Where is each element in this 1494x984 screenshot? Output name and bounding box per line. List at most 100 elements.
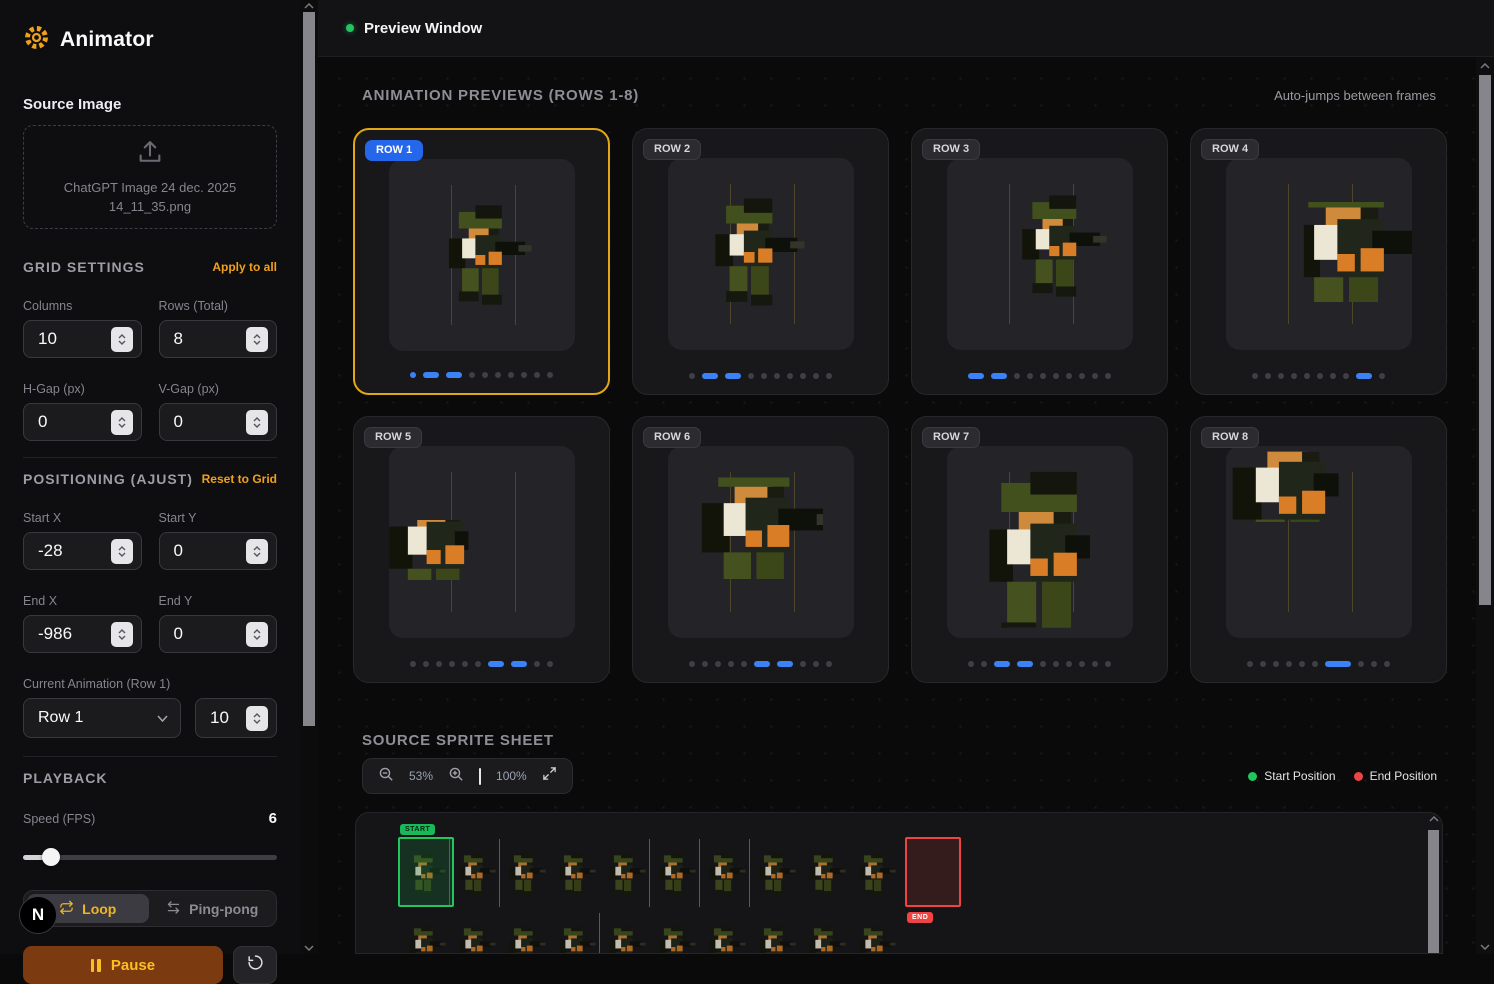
frame-dot[interactable] bbox=[534, 372, 540, 378]
frame-dot[interactable] bbox=[1278, 373, 1284, 379]
endx-input[interactable]: -986 bbox=[23, 615, 142, 653]
restart-button[interactable] bbox=[233, 946, 277, 984]
frame-dot[interactable] bbox=[446, 372, 462, 378]
frame-dot[interactable] bbox=[410, 661, 416, 667]
frame-dot[interactable] bbox=[702, 373, 718, 379]
stepper-icon[interactable] bbox=[246, 327, 268, 352]
vgap-input[interactable]: 0 bbox=[159, 403, 278, 441]
expand-icon[interactable] bbox=[542, 766, 557, 786]
frame-dot[interactable] bbox=[1105, 373, 1111, 379]
frame-dot[interactable] bbox=[1105, 661, 1111, 667]
frame-dot[interactable] bbox=[1017, 661, 1033, 667]
scrollbar-thumb[interactable] bbox=[1479, 75, 1491, 605]
frame-dot[interactable] bbox=[534, 661, 540, 667]
stepper-icon[interactable] bbox=[246, 622, 268, 647]
frame-dot[interactable] bbox=[475, 661, 481, 667]
frame-dot[interactable] bbox=[488, 661, 504, 667]
frame-dot[interactable] bbox=[1286, 661, 1292, 667]
scroll-up-icon[interactable] bbox=[1425, 816, 1442, 822]
stepper-icon[interactable] bbox=[111, 539, 133, 564]
frame-dot[interactable] bbox=[1092, 661, 1098, 667]
rows-input[interactable]: 8 bbox=[159, 320, 278, 358]
frame-dot[interactable] bbox=[748, 373, 754, 379]
preview-card-row-2[interactable]: ROW 2 bbox=[632, 128, 889, 395]
frame-dot[interactable] bbox=[508, 372, 514, 378]
preview-card-row-6[interactable]: ROW 6 bbox=[632, 416, 889, 683]
frame-dot[interactable] bbox=[1066, 661, 1072, 667]
frame-dot[interactable] bbox=[813, 661, 819, 667]
frame-dot[interactable] bbox=[1317, 373, 1323, 379]
frame-dot[interactable] bbox=[774, 373, 780, 379]
frame-dot[interactable] bbox=[1092, 373, 1098, 379]
frame-dot[interactable] bbox=[1379, 373, 1385, 379]
stepper-icon[interactable] bbox=[111, 410, 133, 435]
preview-card-row-3[interactable]: ROW 3 bbox=[911, 128, 1168, 395]
preview-card-row-4[interactable]: ROW 4 bbox=[1190, 128, 1447, 395]
frame-dot[interactable] bbox=[813, 373, 819, 379]
frame-dot[interactable] bbox=[547, 661, 553, 667]
frame-dot[interactable] bbox=[1053, 373, 1059, 379]
frame-dot[interactable] bbox=[1312, 661, 1318, 667]
scroll-down-icon[interactable] bbox=[1476, 944, 1494, 950]
frame-dot[interactable] bbox=[1260, 661, 1266, 667]
stepper-icon[interactable] bbox=[111, 327, 133, 352]
frame-dot[interactable] bbox=[1273, 661, 1279, 667]
frame-dot[interactable] bbox=[1252, 373, 1258, 379]
frame-dot[interactable] bbox=[787, 373, 793, 379]
scrollbar-thumb[interactable] bbox=[1428, 830, 1439, 954]
frame-dot[interactable] bbox=[1040, 373, 1046, 379]
frame-dot[interactable] bbox=[1371, 661, 1377, 667]
frame-dot[interactable] bbox=[521, 372, 527, 378]
frame-dot[interactable] bbox=[1027, 373, 1033, 379]
row-select[interactable]: Row 1 bbox=[23, 698, 181, 738]
preview-card-row-7[interactable]: ROW 7 bbox=[911, 416, 1168, 683]
slider-track[interactable] bbox=[23, 855, 277, 860]
apply-to-all-link[interactable]: Apply to all bbox=[212, 260, 277, 274]
frame-dot[interactable] bbox=[741, 661, 747, 667]
zoom-out-icon[interactable] bbox=[378, 766, 394, 787]
frame-dot[interactable] bbox=[547, 372, 553, 378]
frame-dot[interactable] bbox=[1304, 373, 1310, 379]
upload-dropzone[interactable]: ChatGPT Image 24 dec. 2025 14_11_35.png bbox=[23, 125, 277, 229]
frame-dot[interactable] bbox=[462, 661, 468, 667]
frame-dot[interactable] bbox=[968, 373, 984, 379]
sprite-sheet-canvas[interactable]: STARTEND bbox=[355, 812, 1443, 954]
frame-dot[interactable] bbox=[449, 661, 455, 667]
frame-dot[interactable] bbox=[800, 661, 806, 667]
frame-dot[interactable] bbox=[800, 373, 806, 379]
scroll-up-icon[interactable] bbox=[300, 3, 318, 9]
frame-dot[interactable] bbox=[728, 661, 734, 667]
frame-dot[interactable] bbox=[1265, 373, 1271, 379]
stepper-icon[interactable] bbox=[111, 622, 133, 647]
frame-dot[interactable] bbox=[1384, 661, 1390, 667]
frame-dot[interactable] bbox=[715, 661, 721, 667]
zoom-reset-button[interactable]: 100% bbox=[496, 769, 527, 783]
frames-count-input[interactable]: 10 bbox=[195, 698, 277, 738]
ping-pong-button[interactable]: Ping-pong bbox=[152, 894, 274, 923]
nextjs-dev-badge[interactable]: N bbox=[19, 896, 57, 934]
endy-input[interactable]: 0 bbox=[159, 615, 278, 653]
frame-dot[interactable] bbox=[1053, 661, 1059, 667]
frame-dot[interactable] bbox=[981, 661, 987, 667]
frame-dot[interactable] bbox=[689, 661, 695, 667]
frame-dot[interactable] bbox=[1040, 661, 1046, 667]
frame-dot[interactable] bbox=[423, 661, 429, 667]
frame-dot[interactable] bbox=[1299, 661, 1305, 667]
frame-dot[interactable] bbox=[725, 373, 741, 379]
frame-dot[interactable] bbox=[994, 661, 1010, 667]
frame-dot[interactable] bbox=[1079, 661, 1085, 667]
zoom-in-icon[interactable] bbox=[448, 766, 464, 787]
hgap-input[interactable]: 0 bbox=[23, 403, 142, 441]
frame-dot[interactable] bbox=[702, 661, 708, 667]
start-position-box[interactable] bbox=[398, 837, 454, 907]
scroll-down-icon[interactable] bbox=[300, 945, 318, 951]
frame-dot[interactable] bbox=[469, 372, 475, 378]
columns-input[interactable]: 10 bbox=[23, 320, 142, 358]
frame-dot[interactable] bbox=[511, 661, 527, 667]
frame-dot[interactable] bbox=[968, 661, 974, 667]
frame-dot[interactable] bbox=[777, 661, 793, 667]
frame-dot[interactable] bbox=[1330, 373, 1336, 379]
stepper-icon[interactable] bbox=[246, 706, 268, 731]
frame-dot[interactable] bbox=[1079, 373, 1085, 379]
frame-dot[interactable] bbox=[1325, 661, 1351, 667]
